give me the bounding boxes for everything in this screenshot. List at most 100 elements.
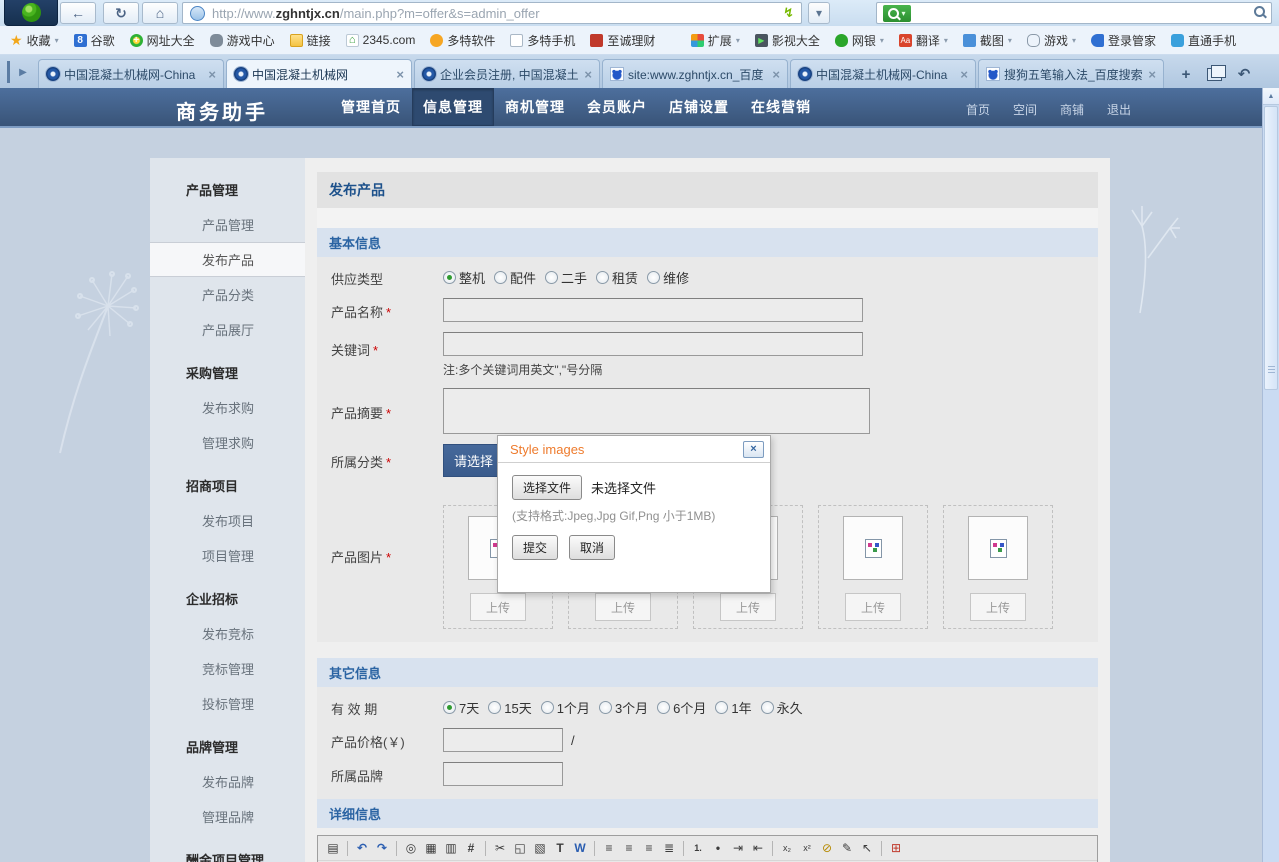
toolbar-login-manager[interactable]: 登录管家: [1091, 32, 1156, 49]
align-right-icon[interactable]: ≡: [640, 839, 658, 857]
brand-input[interactable]: [443, 762, 563, 786]
upload-button[interactable]: 上传: [845, 593, 901, 621]
upload-button[interactable]: 上传: [595, 593, 651, 621]
unordered-list-icon[interactable]: •: [709, 839, 727, 857]
clear-format-icon[interactable]: ⊘: [818, 839, 836, 857]
justify-icon[interactable]: ≣: [660, 839, 678, 857]
speed-mode-icon[interactable]: ↯: [783, 5, 794, 21]
undo-icon[interactable]: ↶: [353, 839, 371, 857]
tab-2-active[interactable]: 中国混凝土机械网×: [226, 59, 412, 88]
sidebar-item-manage-purchase[interactable]: 管理求购: [150, 425, 305, 460]
toolbar-games[interactable]: 游戏▾: [1027, 32, 1076, 49]
sidebar-item-product-showroom[interactable]: 产品展厅: [150, 312, 305, 347]
sidebar-toggle-button[interactable]: ▶: [7, 61, 36, 83]
radio-forever[interactable]: 永久: [761, 698, 803, 717]
paste-word-icon[interactable]: W: [571, 839, 589, 857]
superscript-icon[interactable]: x²: [798, 839, 816, 857]
bookmark-site-nav[interactable]: +网址大全: [130, 32, 195, 49]
radio-rental[interactable]: 租赁: [596, 268, 638, 287]
search-engine-button[interactable]: ▾: [883, 5, 911, 22]
close-icon[interactable]: ×: [960, 67, 968, 82]
cancel-button[interactable]: 取消: [569, 535, 615, 560]
code-icon[interactable]: #: [462, 839, 480, 857]
radio-6months[interactable]: 6个月: [657, 698, 706, 717]
back-button[interactable]: ←: [60, 2, 96, 24]
browser-menu-button[interactable]: [4, 0, 58, 26]
outdent-icon[interactable]: ⇤: [749, 839, 767, 857]
toolbar-video[interactable]: ▶影视大全: [755, 32, 820, 49]
menu-shop-settings[interactable]: 店铺设置: [658, 88, 740, 126]
link-space[interactable]: 空间: [1013, 101, 1037, 118]
bookmark-game-center[interactable]: 游戏中心: [210, 32, 275, 49]
url-dropdown-button[interactable]: ▾: [808, 2, 830, 24]
sidebar-item-publish-project[interactable]: 发布项目: [150, 503, 305, 538]
close-icon[interactable]: ×: [1148, 67, 1156, 82]
menu-online-marketing[interactable]: 在线营销: [740, 88, 822, 126]
source-icon[interactable]: ▤: [324, 839, 342, 857]
bookmark-2345[interactable]: ⌂2345.com: [346, 33, 416, 47]
radio-1month[interactable]: 1个月: [541, 698, 590, 717]
redo-icon[interactable]: ↷: [373, 839, 391, 857]
tab-4[interactable]: site:www.zghntjx.cn_百度×: [602, 59, 788, 88]
menu-info-management[interactable]: 信息管理: [412, 88, 494, 126]
radio-15days[interactable]: 15天: [488, 698, 531, 717]
new-tab-button[interactable]: +: [1174, 63, 1198, 85]
search-bar[interactable]: ▾: [876, 2, 1272, 24]
print-icon[interactable]: ▦: [422, 839, 440, 857]
radio-1year[interactable]: 1年: [715, 698, 751, 717]
summary-textarea[interactable]: [443, 388, 870, 434]
paste-icon[interactable]: ▧: [531, 839, 549, 857]
fullscreen-icon[interactable]: ⊞: [887, 839, 905, 857]
bookmark-duote-mobile[interactable]: 多特手机: [510, 32, 575, 49]
radio-7days[interactable]: 7天: [443, 698, 479, 717]
toolbar-extensions[interactable]: 扩展▾: [691, 32, 740, 49]
keywords-input[interactable]: [443, 332, 863, 356]
sidebar-item-product-management[interactable]: 产品管理: [150, 207, 305, 242]
align-left-icon[interactable]: ≡: [600, 839, 618, 857]
tab-3[interactable]: 企业会员注册, 中国混凝土×: [414, 59, 600, 88]
preview-icon[interactable]: ◎: [402, 839, 420, 857]
toolbar-translate[interactable]: Aa翻译▾: [899, 32, 948, 49]
sidebar-item-publish-brand[interactable]: 发布品牌: [150, 764, 305, 799]
radio-maintenance[interactable]: 维修: [647, 268, 689, 287]
radio-whole-machine[interactable]: 整机: [443, 268, 485, 287]
radio-3months[interactable]: 3个月: [599, 698, 648, 717]
tab-1[interactable]: 中国混凝土机械网-China×: [38, 59, 224, 88]
product-name-input[interactable]: [443, 298, 863, 322]
toolbar-bank[interactable]: 网银▾: [835, 32, 884, 49]
select-all-icon[interactable]: ▥: [442, 839, 460, 857]
menu-business-management[interactable]: 商机管理: [494, 88, 576, 126]
cursor-icon[interactable]: ↖: [858, 839, 876, 857]
cut-icon[interactable]: ✂: [491, 839, 509, 857]
price-input[interactable]: [443, 728, 563, 752]
vertical-scrollbar[interactable]: ▲: [1262, 88, 1279, 862]
close-icon[interactable]: ×: [584, 67, 592, 82]
scroll-up-button[interactable]: ▲: [1263, 88, 1279, 105]
choose-category-button[interactable]: 请选择: [443, 444, 504, 477]
sidebar-item-publish-bid[interactable]: 发布竞标: [150, 616, 305, 651]
reopen-tab-button[interactable]: ↶: [1232, 63, 1256, 85]
submit-button[interactable]: 提交: [512, 535, 558, 560]
address-bar[interactable]: http://www.zghntjx.cn/main.php?m=offer&s…: [182, 2, 802, 24]
sidebar-item-publish-purchase[interactable]: 发布求购: [150, 390, 305, 425]
edit-pen-icon[interactable]: ✎: [838, 839, 856, 857]
tab-list-button[interactable]: [1202, 63, 1226, 85]
go-search-button[interactable]: [1254, 6, 1265, 20]
bookmark-links-folder[interactable]: 链接: [290, 32, 331, 49]
paste-text-icon[interactable]: T: [551, 839, 569, 857]
bookmark-duote-soft[interactable]: 多特软件: [430, 32, 495, 49]
close-icon[interactable]: ×: [396, 67, 404, 82]
toolbar-phone-link[interactable]: 直通手机: [1171, 32, 1236, 49]
bookmark-favorites[interactable]: ★收藏▾: [10, 32, 59, 49]
tab-6[interactable]: 搜狗五笔输入法_百度搜索×: [978, 59, 1164, 88]
sidebar-item-publish-product[interactable]: 发布产品: [150, 242, 305, 277]
choose-file-button[interactable]: 选择文件: [512, 475, 582, 500]
align-center-icon[interactable]: ≡: [620, 839, 638, 857]
scrollbar-thumb[interactable]: [1264, 106, 1278, 390]
sidebar-item-tender-management[interactable]: 投标管理: [150, 686, 305, 721]
menu-member-account[interactable]: 会员账户: [576, 88, 658, 126]
refresh-button[interactable]: ↻: [103, 2, 139, 24]
close-icon[interactable]: ×: [772, 67, 780, 82]
sidebar-item-manage-bid[interactable]: 竞标管理: [150, 651, 305, 686]
sidebar-item-manage-project[interactable]: 项目管理: [150, 538, 305, 573]
